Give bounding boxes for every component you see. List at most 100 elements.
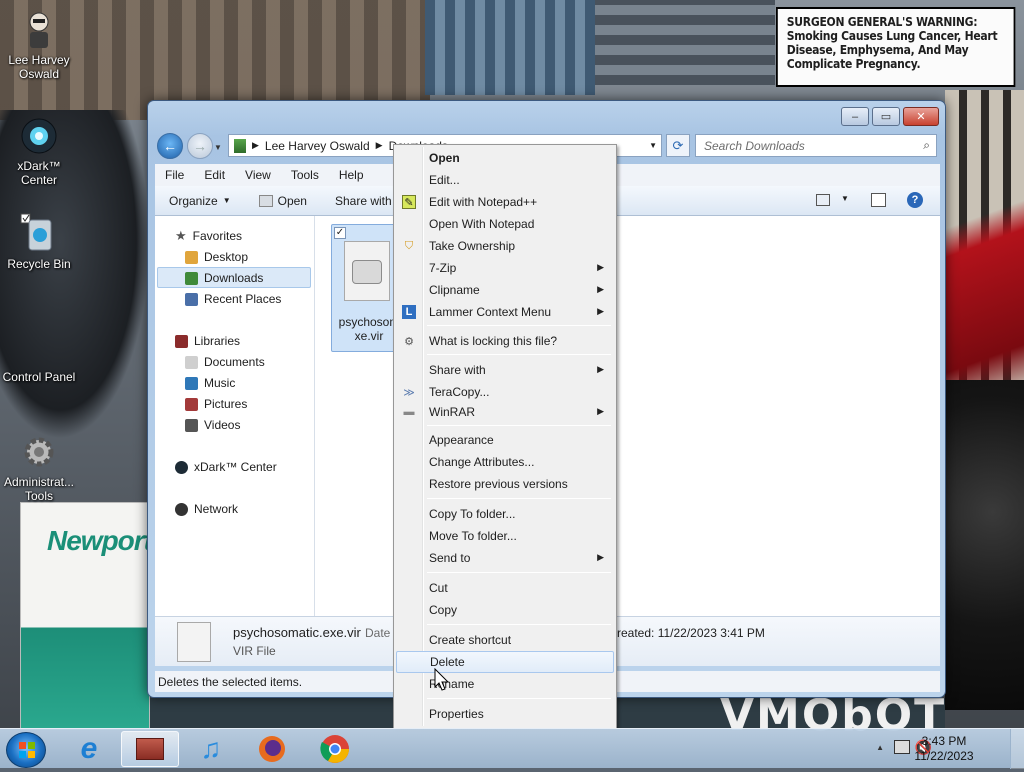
show-hidden-icons-icon[interactable]: ▲	[876, 743, 884, 752]
lammer-icon: L	[402, 305, 416, 319]
system-clock[interactable]: 3:43 PM 11/22/2023	[904, 734, 984, 764]
file-large-icon	[177, 622, 211, 662]
music-note-icon: ♫	[200, 733, 222, 764]
preview-pane-icon[interactable]	[871, 193, 886, 207]
taskbar-firefox[interactable]	[243, 731, 301, 767]
menu-item-7zip[interactable]: 7-Zip ▶	[396, 257, 614, 279]
desktop-icon-label: xDark™ Center	[17, 159, 61, 187]
search-icon[interactable]: ⌕	[923, 138, 930, 153]
menu-item-open-notepad[interactable]: Open With Notepad	[396, 213, 614, 235]
checkbox-icon[interactable]: ✓	[334, 227, 346, 239]
nav-label: Videos	[204, 418, 241, 432]
menu-item-take-ownership[interactable]: ⛉ Take Ownership	[396, 235, 614, 257]
menu-item-edit[interactable]: Edit...	[396, 169, 614, 191]
cigarette-brand: Newport	[47, 525, 153, 556]
menu-item-properties[interactable]: Properties	[396, 703, 614, 725]
address-dropdown-icon[interactable]: ▼	[649, 141, 657, 150]
minimize-button[interactable]: –	[841, 107, 869, 126]
nav-documents[interactable]: Documents	[185, 352, 265, 372]
menu-item-copy[interactable]: Copy	[396, 599, 614, 621]
menu-separator	[427, 698, 611, 699]
show-desktop-button[interactable]	[1010, 729, 1024, 769]
menu-item-teracopy[interactable]: ≫ TeraCopy...	[396, 381, 614, 403]
desktop-icon-recycle-bin[interactable]: Recycle Bin	[0, 213, 78, 271]
menu-item-clipname[interactable]: Clipname ▶	[396, 279, 614, 301]
view-dropdown-icon[interactable]: ▼	[841, 194, 849, 203]
breadcrumb-user[interactable]: Lee Harvey Oswald	[265, 139, 370, 153]
recent-places-icon	[185, 292, 198, 306]
desktop-icon-xdark[interactable]: xDark™ Center	[0, 116, 78, 187]
menu-item-label: Create shortcut	[429, 633, 512, 647]
file-item-selected[interactable]: ✓ psychosom xe.vir	[331, 224, 401, 352]
nav-desktop[interactable]: Desktop	[185, 247, 248, 267]
menu-item-move-to-folder[interactable]: Move To folder...	[396, 525, 614, 547]
taskbar-explorer[interactable]	[121, 731, 179, 767]
folder-location-icon	[234, 138, 246, 153]
pictures-icon	[185, 397, 198, 411]
minimize-icon: –	[851, 110, 859, 123]
menu-edit[interactable]: Edit	[194, 168, 235, 182]
nav-recent-places[interactable]: Recent Places	[185, 289, 281, 309]
menu-item-restore-previous[interactable]: Restore previous versions	[396, 473, 614, 495]
menu-help[interactable]: Help	[329, 168, 374, 182]
taskbar-music-player[interactable]: ♫	[182, 731, 240, 767]
back-button[interactable]: ←	[157, 133, 183, 159]
history-dropdown-icon[interactable]: ▼	[214, 143, 222, 152]
nav-label: Recent Places	[204, 292, 282, 306]
nav-label: Desktop	[204, 250, 249, 264]
taskbar-internet-explorer[interactable]: e	[60, 731, 118, 767]
firefox-icon	[259, 736, 285, 762]
search-input[interactable]: Search Downloads ⌕	[695, 134, 937, 157]
maximize-button[interactable]: ▭	[872, 107, 900, 126]
menu-item-create-shortcut[interactable]: Create shortcut	[396, 629, 614, 651]
nav-favorites[interactable]: ★ Favorites	[175, 226, 242, 246]
menu-item-lammer[interactable]: L Lammer Context Menu ▶	[396, 301, 614, 323]
nav-label: Music	[204, 376, 236, 390]
forward-button[interactable]: →	[187, 133, 213, 159]
menu-item-cut[interactable]: Cut	[396, 577, 614, 599]
view-mode-icon[interactable]	[816, 194, 830, 206]
menu-file[interactable]: File	[155, 168, 194, 182]
open-button[interactable]: Open	[245, 194, 321, 208]
warning-title: SURGEON GENERAL'S WARNING:	[786, 15, 978, 29]
nav-music[interactable]: Music	[185, 373, 235, 393]
gear-icon	[19, 432, 59, 472]
menu-view[interactable]: View	[235, 168, 281, 182]
refresh-button[interactable]: ⟳	[666, 134, 690, 157]
nav-libraries[interactable]: Libraries	[175, 331, 240, 351]
menu-item-edit-notepadpp[interactable]: ✎ Edit with Notepad++	[396, 191, 614, 213]
menu-item-share-with[interactable]: Share with ▶	[396, 359, 614, 381]
help-icon[interactable]: ?	[907, 192, 923, 208]
menu-item-copy-to-folder[interactable]: Copy To folder...	[396, 503, 614, 525]
cigarette-box: Newport	[20, 502, 153, 730]
menu-item-what-is-locking[interactable]: ⚙ What is locking this file?	[396, 330, 614, 352]
menu-item-rename[interactable]: Rename	[396, 673, 614, 695]
nav-downloads[interactable]: Downloads	[185, 268, 263, 288]
nav-pictures[interactable]: Pictures	[185, 394, 247, 414]
documents-icon	[185, 355, 198, 369]
organize-button[interactable]: Organize ▼	[155, 194, 245, 208]
nav-videos[interactable]: Videos	[185, 415, 240, 435]
menu-item-winrar[interactable]: ▬ WinRAR ▶	[396, 401, 614, 423]
menu-item-label: Take Ownership	[429, 239, 516, 253]
nav-label: xDark™ Center	[194, 460, 277, 474]
context-menu[interactable]: Open Edit... ✎ Edit with Notepad++ Open W…	[393, 144, 617, 729]
menu-item-label: Copy	[429, 603, 458, 617]
desktop-icon-user-folder[interactable]: Lee Harvey Oswald	[0, 10, 78, 81]
menu-item-appearance[interactable]: Appearance	[396, 429, 614, 451]
back-arrow-icon: ←	[163, 138, 177, 154]
desktop-icon-admin-tools[interactable]: Administrat... Tools	[0, 432, 78, 503]
start-button[interactable]	[6, 732, 46, 768]
menu-item-open[interactable]: Open	[396, 147, 614, 169]
menu-item-delete[interactable]: Delete	[396, 651, 614, 673]
menu-item-send-to[interactable]: Send to ▶	[396, 547, 614, 569]
menu-item-label: Copy To folder...	[429, 507, 516, 521]
close-button[interactable]: ✕	[903, 107, 939, 126]
menu-tools[interactable]: Tools	[281, 168, 329, 182]
desktop-icon-control-panel[interactable]: Control Panel	[0, 370, 78, 384]
nav-network[interactable]: Network	[175, 499, 238, 519]
user-avatar-icon	[19, 10, 59, 50]
taskbar-chrome[interactable]	[306, 731, 364, 767]
nav-xdark-center[interactable]: xDark™ Center	[175, 457, 277, 477]
menu-item-change-attributes[interactable]: Change Attributes...	[396, 451, 614, 473]
